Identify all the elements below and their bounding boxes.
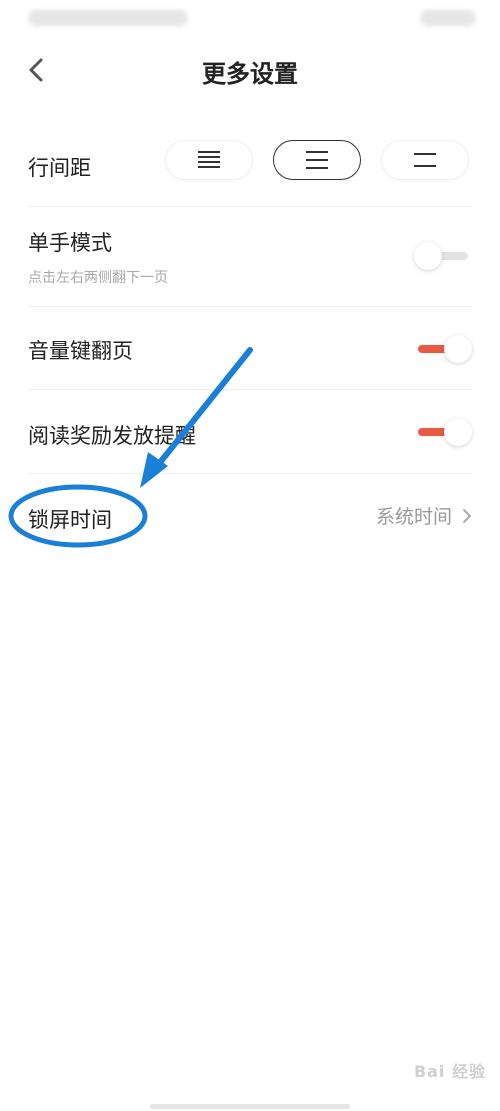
home-indicator: [150, 1104, 350, 1109]
reward-reminder-label: 阅读奖励发放提醒: [28, 424, 196, 448]
line-spacing-wide-button[interactable]: [381, 140, 469, 180]
one-hand-mode-toggle[interactable]: [414, 240, 472, 272]
one-hand-mode-label: 单手模式: [28, 231, 112, 255]
line-spacing-row: 行间距: [28, 140, 472, 207]
chevron-right-icon: [463, 508, 471, 523]
volume-key-flip-row: 音量键翻页: [28, 307, 472, 390]
status-bar: [0, 0, 500, 40]
lock-screen-time-value[interactable]: 系统时间: [376, 502, 472, 529]
page-title: 更多设置: [202, 60, 298, 88]
volume-key-flip-label: 音量键翻页: [28, 339, 133, 363]
one-hand-mode-row: 单手模式 点击左右两侧翻下一页: [28, 207, 472, 307]
lock-screen-time-value-text: 系统时间: [375, 506, 452, 528]
status-left-blur: [28, 10, 188, 26]
line-spacing-tight-button[interactable]: [165, 140, 253, 180]
reward-reminder-row: 阅读奖励发放提醒: [28, 390, 472, 474]
one-hand-mode-subtitle: 点击左右两侧翻下一页: [28, 270, 168, 286]
line-spacing-medium-icon: [306, 151, 328, 169]
volume-key-flip-toggle[interactable]: [414, 333, 472, 365]
toggle-knob: [444, 335, 472, 363]
reward-reminder-toggle[interactable]: [414, 416, 472, 448]
line-spacing-label: 行间距: [28, 156, 91, 180]
watermark: Bai 经验: [413, 1062, 486, 1081]
status-right-blur: [420, 10, 476, 26]
line-spacing-wide-icon: [414, 153, 436, 167]
lock-screen-time-row[interactable]: 锁屏时间 系统时间: [28, 474, 472, 560]
line-spacing-tight-icon: [198, 151, 220, 168]
lock-screen-time-label: 锁屏时间: [28, 508, 112, 532]
toggle-knob: [414, 242, 442, 270]
nav-header: 更多设置: [0, 40, 500, 100]
line-spacing-medium-button[interactable]: [273, 140, 361, 180]
toggle-knob: [444, 418, 472, 446]
